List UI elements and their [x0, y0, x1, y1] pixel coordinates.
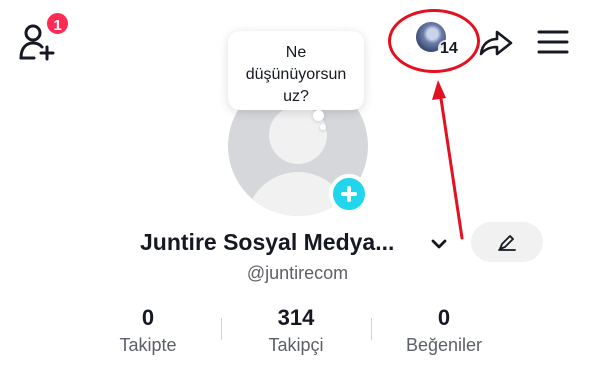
stat-following[interactable]: 0 Takipte [78, 303, 218, 357]
bubble-text-line: uz? [283, 88, 309, 105]
chevron-down-icon [431, 239, 447, 249]
bubble-tail-dot [313, 110, 324, 121]
stat-followers[interactable]: 314 Takipçi [226, 303, 366, 357]
viewer-count: 14 [438, 40, 460, 58]
stat-label: Beğeniler [405, 335, 483, 355]
bubble-text-line: düşünüyorsun [245, 66, 347, 83]
stat-value: 314 [277, 305, 315, 330]
stat-likes[interactable]: 0 Beğeniler [374, 303, 514, 357]
stat-value: 0 [141, 305, 155, 330]
bubble-text-line: Ne [285, 44, 307, 61]
stat-label: Takipte [119, 335, 177, 355]
share-button[interactable] [478, 24, 514, 60]
edit-profile-button[interactable] [471, 222, 543, 262]
pencil-icon [498, 235, 516, 251]
stat-value: 0 [437, 305, 451, 330]
stat-divider [371, 318, 372, 340]
add-avatar-button[interactable] [329, 174, 369, 214]
note-bubble[interactable]: Ne düşünüyorsun uz? [228, 31, 364, 110]
stat-divider [221, 318, 222, 340]
notification-badge: 1 [45, 11, 70, 36]
display-name: Juntire Sosyal Medya... [140, 229, 395, 255]
bubble-tail-dot [320, 124, 326, 130]
account-switch-button[interactable] [429, 234, 449, 254]
hamburger-menu-icon [537, 30, 569, 54]
stat-label: Takipçi [268, 335, 324, 355]
username: @juntirecom [246, 263, 349, 283]
menu-button[interactable] [537, 28, 569, 56]
share-arrow-icon [479, 30, 513, 56]
profile-viewers-button[interactable]: 14 [416, 22, 464, 62]
